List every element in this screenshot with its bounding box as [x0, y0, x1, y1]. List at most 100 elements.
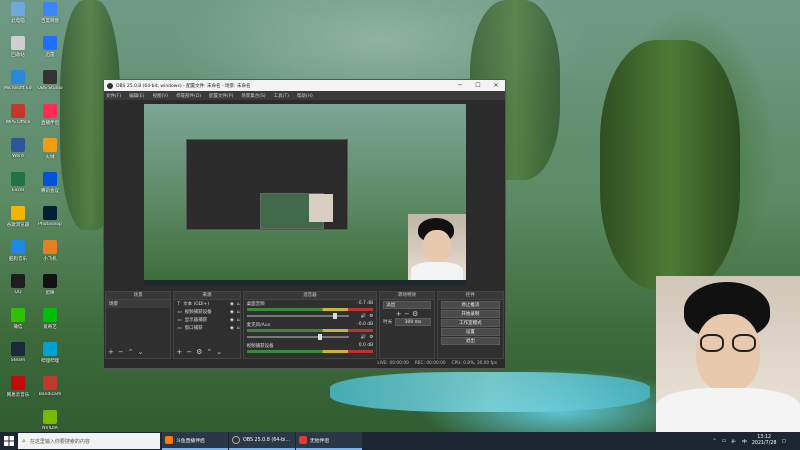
- menu-tools[interactable]: 工具(T): [274, 93, 289, 99]
- move-down-icon[interactable]: ⌄: [138, 348, 144, 356]
- menu-scene-collection[interactable]: 场景集合(S): [241, 93, 265, 99]
- scene-item[interactable]: 场景: [106, 300, 171, 308]
- eye-icon[interactable]: ◉: [230, 326, 234, 331]
- eye-icon[interactable]: ◉: [230, 318, 234, 323]
- desktop-icon-label: 爱奇艺: [43, 325, 57, 330]
- duration-input[interactable]: 300 ms: [395, 318, 431, 326]
- gear-icon[interactable]: ⚙: [412, 310, 418, 318]
- maximize-button[interactable]: ☐: [469, 82, 487, 89]
- menu-profile[interactable]: 配置文件(P): [209, 93, 233, 99]
- remove-icon[interactable]: −: [404, 310, 410, 318]
- menu-help[interactable]: 帮助(H): [297, 93, 313, 99]
- desktop-icon[interactable]: 酷狗音乐: [4, 240, 32, 272]
- minimize-button[interactable]: ─: [451, 82, 469, 89]
- start-recording-button[interactable]: 开始录制: [440, 310, 500, 318]
- taskbar-item-obs[interactable]: OBS 25.0.8 (64-bi...: [229, 432, 295, 450]
- source-item[interactable]: ▭ 窗口捕获 ◉ ⌂: [174, 324, 239, 332]
- desktop-icon[interactable]: Microsoft Edge: [4, 70, 32, 102]
- desktop-icon[interactable]: OBS Studio: [36, 70, 64, 102]
- obs-titlebar[interactable]: OBS 25.0.8 (64-bit, windows) - 配置文件: 未命名…: [104, 80, 505, 91]
- preview-nested-obs: [186, 139, 348, 230]
- add-icon[interactable]: +: [108, 348, 114, 356]
- desktop-icon[interactable]: 迅雷: [36, 36, 64, 68]
- taskbar-search[interactable]: ⌕ 在这里输入你要搜索的内容: [18, 433, 160, 449]
- menu-edit[interactable]: 编辑(E): [129, 93, 144, 99]
- desktop-icon[interactable]: 剪映: [36, 274, 64, 306]
- add-icon[interactable]: +: [396, 310, 402, 318]
- desktop-icon[interactable]: 网易云音乐: [4, 376, 32, 408]
- notification-icon[interactable]: ▢: [781, 439, 786, 444]
- desktop-icon[interactable]: 哔哩哔哩: [36, 342, 64, 374]
- add-icon[interactable]: +: [176, 348, 182, 356]
- exit-button[interactable]: 退出: [440, 337, 500, 345]
- lock-icon[interactable]: ⌂: [237, 310, 240, 315]
- slider-handle[interactable]: [333, 313, 338, 319]
- menu-file[interactable]: 文件(F): [106, 93, 121, 99]
- start-button[interactable]: [0, 432, 18, 450]
- move-down-icon[interactable]: ⌄: [216, 348, 222, 356]
- desktop-icon[interactable]: WPS Office: [4, 104, 32, 136]
- desktop-icon[interactable]: 火绒: [36, 138, 64, 170]
- volume-slider[interactable]: [246, 313, 349, 319]
- transition-select[interactable]: 淡出: [383, 301, 431, 309]
- close-button[interactable]: ✕: [487, 82, 505, 89]
- desktop-icon-label: 哔哩哔哩: [41, 359, 59, 364]
- desktop-icon[interactable]: Word: [4, 138, 32, 170]
- wallpaper-water: [330, 372, 650, 412]
- speaker-icon[interactable]: 🔊: [361, 335, 367, 340]
- settings-button[interactable]: 设置: [440, 328, 500, 336]
- move-up-icon[interactable]: ⌃: [206, 348, 212, 356]
- gear-icon[interactable]: ⚙: [196, 348, 202, 356]
- desktop-icon[interactable]: 微信: [4, 308, 32, 340]
- source-item[interactable]: ▭ 视频捕获设备 ◉ ⌂: [174, 308, 239, 316]
- slider-handle[interactable]: [318, 334, 322, 340]
- preview-taskbar: [144, 280, 466, 285]
- desktop-icon-label: 酷狗音乐: [9, 257, 27, 262]
- taskbar-item-douyu[interactable]: 斗鱼直播伴侣: [162, 432, 228, 450]
- desktop-icon[interactable]: 百度网盘: [36, 2, 64, 34]
- taskbar-item-wuta[interactable]: 无他伴侣: [296, 432, 362, 450]
- desktop-icon[interactable]: 腾讯会议: [36, 172, 64, 204]
- menu-docks[interactable]: 停靠部件(D): [176, 93, 201, 99]
- obs-window[interactable]: OBS 25.0.8 (64-bit, windows) - 配置文件: 未命名…: [103, 79, 506, 369]
- move-up-icon[interactable]: ⌃: [128, 348, 134, 356]
- desktop-icon[interactable]: QQ: [4, 274, 32, 306]
- obs-preview[interactable]: [144, 104, 466, 285]
- webcam-shirt: [656, 388, 800, 433]
- desktop-icon[interactable]: 爱奇艺: [36, 308, 64, 340]
- volume-slider[interactable]: [246, 334, 349, 340]
- desktop-icon[interactable]: 此电脑: [4, 2, 32, 34]
- volume-icon[interactable]: 🔈: [731, 439, 737, 444]
- desktop-icon[interactable]: 回收站: [4, 36, 32, 68]
- menu-view[interactable]: 视图(V): [152, 93, 168, 99]
- desktop-icon[interactable]: 直播伴侣: [36, 104, 64, 136]
- desktop-icon[interactable]: 小飞机: [36, 240, 64, 272]
- eye-icon[interactable]: ◉: [230, 310, 234, 315]
- eye-icon[interactable]: ◉: [230, 302, 234, 307]
- monitor-source-icon: ▭: [177, 317, 182, 323]
- gear-icon[interactable]: ⚙: [369, 335, 373, 340]
- lock-icon[interactable]: ⌂: [237, 326, 240, 331]
- desktop-icon[interactable]: Excel: [4, 172, 32, 204]
- desktop-icon[interactable]: 谷歌浏览器: [4, 206, 32, 238]
- input-method-indicator[interactable]: 中: [742, 438, 747, 445]
- desktop-icon[interactable]: Steam: [4, 342, 32, 374]
- chevron-up-icon[interactable]: ⌃: [712, 439, 716, 444]
- remove-icon[interactable]: −: [118, 348, 124, 356]
- stop-streaming-button[interactable]: 停止推流: [440, 301, 500, 309]
- gear-icon[interactable]: ⚙: [369, 314, 373, 319]
- network-icon[interactable]: ▭: [722, 439, 727, 444]
- desktop-icon[interactable]: Photoshop: [36, 206, 64, 238]
- desktop-icon-label: Excel: [12, 188, 24, 193]
- lock-icon[interactable]: ⌂: [237, 302, 240, 307]
- desktop-icon-label: WPS Office: [5, 120, 31, 125]
- source-item[interactable]: T 文本 (GDI+) ◉ ⌂: [174, 300, 239, 308]
- source-item[interactable]: ▭ 显示器捕获 ◉ ⌂: [174, 316, 239, 324]
- desktop-icon[interactable]: Bandicam: [36, 376, 64, 408]
- studio-mode-button[interactable]: 工作室模式: [440, 319, 500, 327]
- remove-icon[interactable]: −: [186, 348, 192, 356]
- lock-icon[interactable]: ⌂: [237, 318, 240, 323]
- search-placeholder: 在这里输入你要搜索的内容: [29, 438, 90, 445]
- clock[interactable]: 13:12 2021/7/28: [752, 435, 777, 447]
- speaker-icon[interactable]: 🔊: [361, 314, 367, 319]
